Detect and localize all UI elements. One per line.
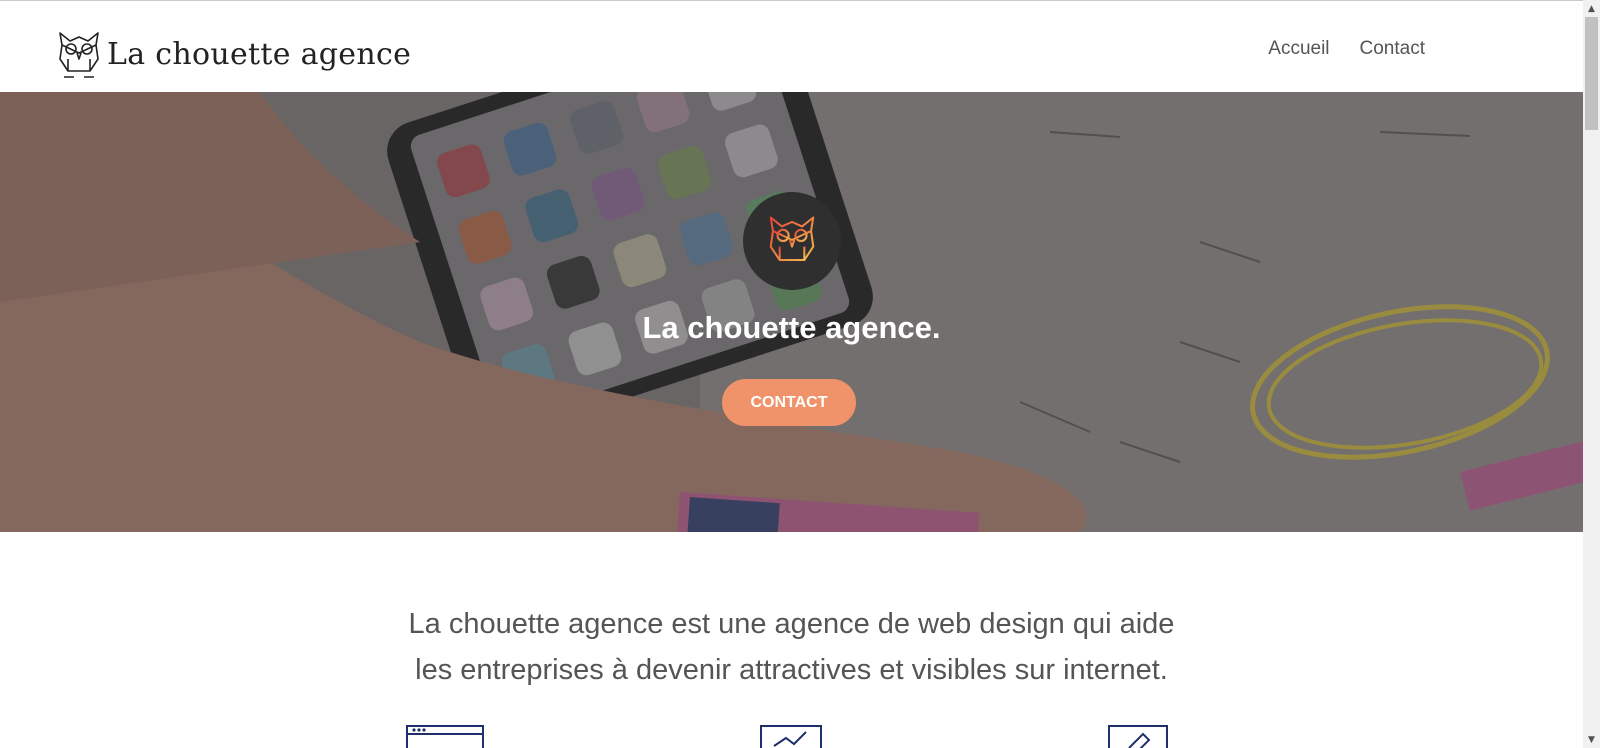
nav-link-contact[interactable]: Contact bbox=[1360, 38, 1425, 60]
chart-growth-icon bbox=[760, 725, 822, 748]
nav-link-accueil[interactable]: Accueil bbox=[1268, 38, 1329, 60]
site-header: La chouette agence Accueil Contact bbox=[0, 1, 1583, 92]
scroll-up-arrow-icon[interactable]: ▲ bbox=[1583, 0, 1600, 17]
intro-line-1: La chouette agence est une agence de web… bbox=[408, 608, 1175, 640]
vertical-scrollbar[interactable]: ▲ ▼ bbox=[1583, 0, 1600, 748]
intro-text: La chouette agence est une agence de web… bbox=[0, 601, 1583, 693]
hero-logo bbox=[743, 192, 841, 290]
brand-name: La chouette agence bbox=[107, 36, 412, 72]
hero-title: La chouette agence. bbox=[642, 310, 941, 345]
brand-logo[interactable]: La chouette agence bbox=[56, 29, 411, 79]
main-nav: Accueil Contact bbox=[1268, 38, 1425, 60]
owl-logo-icon bbox=[769, 216, 815, 268]
scrollbar-thumb[interactable] bbox=[1585, 17, 1598, 130]
owl-logo-icon bbox=[59, 32, 99, 78]
browser-window-icon bbox=[406, 725, 484, 748]
scroll-down-arrow-icon[interactable]: ▼ bbox=[1583, 731, 1600, 748]
hero-banner: La chouette agence. CONTACT bbox=[0, 92, 1583, 532]
design-pencil-icon bbox=[1108, 725, 1168, 748]
contact-button[interactable]: CONTACT bbox=[722, 379, 856, 426]
intro-line-2: les entreprises à devenir attractives et… bbox=[415, 654, 1168, 686]
